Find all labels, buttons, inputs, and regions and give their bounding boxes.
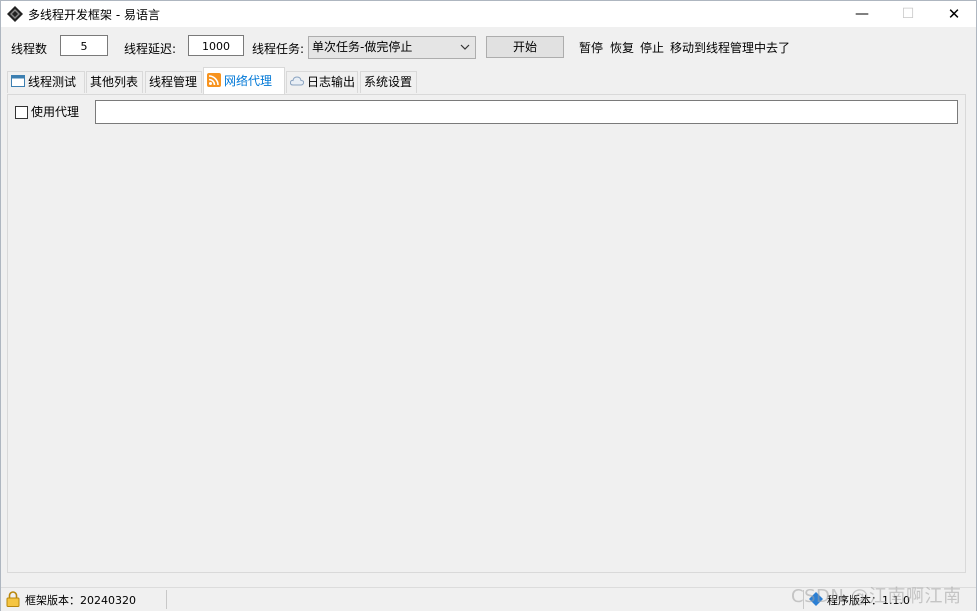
close-button[interactable]: ✕ — [931, 1, 977, 27]
thread-task-selected: 单次任务-做完停止 — [312, 40, 413, 54]
tab-network-proxy[interactable]: 网络代理 — [203, 67, 285, 94]
window-title: 多线程开发框架 - 易语言 — [28, 8, 160, 22]
tab-thread-test[interactable]: 线程测试 — [7, 71, 85, 93]
title-bar: 多线程开发框架 - 易语言 — ☐ ✕ — [1, 1, 976, 27]
tab-label: 网络代理 — [224, 74, 273, 88]
rss-icon — [207, 73, 221, 87]
tab-label: 线程管理 — [149, 75, 198, 89]
proxy-input[interactable] — [95, 100, 958, 124]
use-proxy-checkbox[interactable] — [15, 106, 28, 119]
tab-strip: 线程测试 其他列表 线程管理 网络代理 日志输出 系统设置 — [7, 67, 967, 94]
moved-note: 移动到线程管理中去了 — [670, 41, 791, 55]
tab-other-list[interactable]: 其他列表 — [86, 71, 143, 93]
thread-task-select[interactable]: 单次任务-做完停止 — [308, 36, 476, 59]
tab-label: 线程测试 — [28, 75, 77, 89]
lock-icon — [6, 591, 20, 607]
tab-system-settings[interactable]: 系统设置 — [360, 71, 417, 93]
pause-link[interactable]: 暂停 — [579, 39, 603, 56]
thread-delay-label: 线程延迟: — [124, 42, 177, 56]
tab-log-output[interactable]: 日志输出 — [286, 71, 358, 93]
main-window: 多线程开发框架 - 易语言 — ☐ ✕ 线程数 5 线程延迟: 1000 线程任… — [0, 0, 977, 611]
tab-label: 日志输出 — [307, 75, 356, 89]
minimize-button[interactable]: — — [839, 1, 885, 27]
app-logo-icon — [7, 6, 23, 22]
thread-delay-input[interactable]: 1000 — [188, 35, 244, 56]
maximize-button[interactable]: ☐ — [885, 1, 931, 27]
thread-count-label: 线程数 — [11, 42, 48, 56]
thread-count-input[interactable]: 5 — [60, 35, 108, 56]
tab-thread-manage[interactable]: 线程管理 — [145, 71, 202, 93]
toolbar: 线程数 5 线程延迟: 1000 线程任务: 单次任务-做完停止 开始 暂停 恢… — [1, 27, 976, 67]
framework-version: 框架版本：20240320 — [25, 594, 136, 607]
stop-link[interactable]: 停止 — [640, 39, 664, 56]
tab-panel-network-proxy: 使用代理 — [7, 94, 966, 573]
status-divider — [166, 590, 167, 609]
watermark: CSDN @江南啊江南 — [791, 586, 962, 607]
chevron-down-icon — [460, 44, 470, 50]
thread-task-label: 线程任务: — [252, 42, 305, 56]
cloud-icon — [290, 76, 304, 86]
use-proxy-label[interactable]: 使用代理 — [31, 103, 79, 120]
start-button[interactable]: 开始 — [486, 36, 564, 58]
tab-label: 系统设置 — [364, 75, 413, 89]
tab-label: 其他列表 — [90, 75, 139, 89]
window-icon — [11, 75, 25, 87]
resume-link[interactable]: 恢复 — [610, 39, 634, 56]
